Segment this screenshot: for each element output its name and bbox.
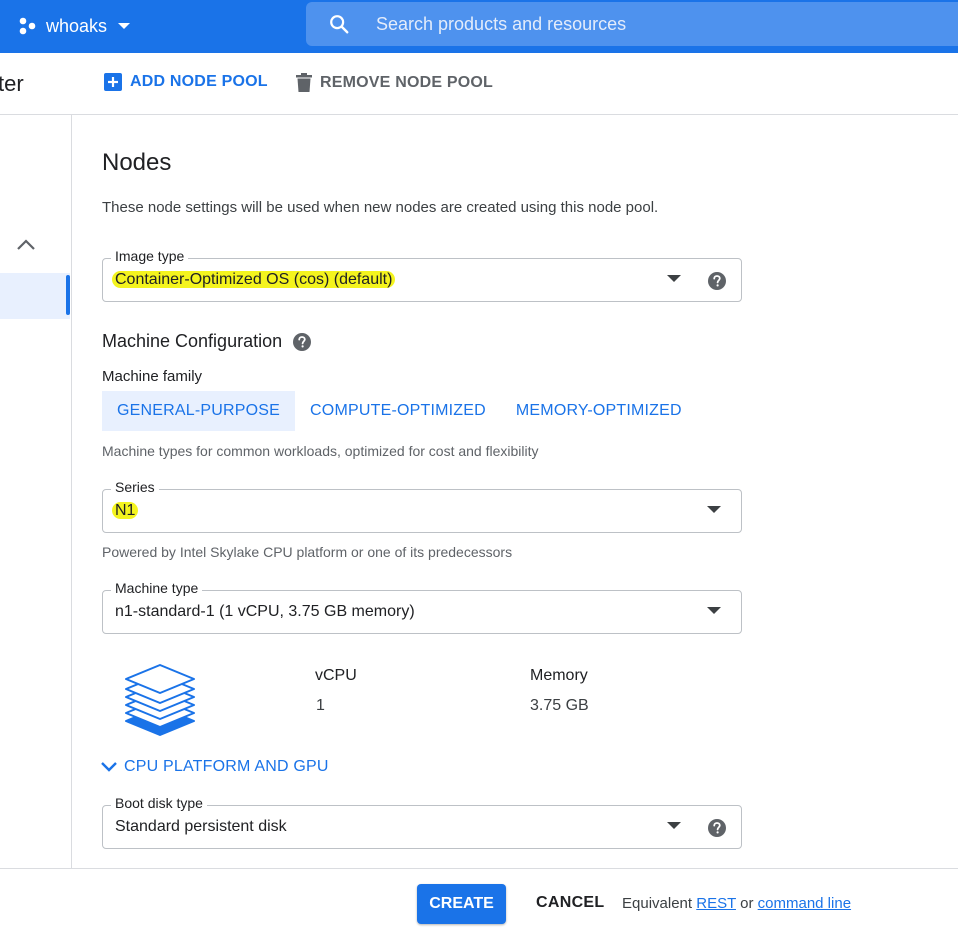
machine-configuration-title: Machine Configuration [102, 331, 312, 352]
image-type-select[interactable]: Image type Container-Optimized OS (cos) … [102, 248, 742, 302]
command-line-link[interactable]: command line [758, 895, 851, 912]
page-title: ter [0, 71, 24, 96]
tab-memory-optimized[interactable]: MEMORY-OPTIMIZED [501, 391, 697, 431]
machine-type-label: Machine type [111, 580, 203, 596]
series-label: Series [111, 479, 159, 495]
chevron-up-icon[interactable] [16, 235, 36, 255]
machine-family-tabs: GENERAL-PURPOSE COMPUTE-OPTIMIZED MEMORY… [102, 391, 697, 431]
series-select[interactable]: Series N1 [102, 479, 742, 533]
page-toolbar: ter ADD NODE POOL REMOVE NODE POOL [0, 53, 958, 115]
rail-item-nodes-active[interactable] [0, 273, 70, 319]
image-type-label: Image type [111, 248, 189, 264]
remove-node-pool-button[interactable]: REMOVE NODE POOL [296, 73, 493, 93]
rail-active-indicator [66, 275, 70, 315]
form-footer: CREATE CANCEL Equivalent REST or command… [0, 868, 958, 931]
equivalent-links: Equivalent REST or command line [622, 895, 851, 912]
memory-value: 3.75 GB [530, 697, 589, 714]
remove-node-pool-label: REMOVE NODE POOL [320, 74, 493, 91]
equivalent-label: Equivalent [622, 895, 693, 912]
help-icon[interactable] [707, 818, 727, 838]
chevron-down-icon [101, 762, 117, 772]
vcpu-value: 1 [316, 697, 325, 714]
series-hint: Powered by Intel Skylake CPU platform or… [102, 544, 513, 560]
search-icon [330, 15, 349, 34]
machine-layers-icon [125, 664, 195, 736]
tab-general-purpose[interactable]: GENERAL-PURPOSE [102, 391, 296, 431]
image-type-value: Container-Optimized OS (cos) (default) [112, 271, 396, 289]
chevron-down-icon [118, 23, 131, 29]
cpu-platform-gpu-toggle[interactable]: CPU PLATFORM AND GPU [100, 758, 329, 776]
add-node-pool-label: ADD NODE POOL [130, 73, 268, 90]
dropdown-arrow-icon [707, 607, 721, 614]
boot-disk-type-select[interactable]: Boot disk type Standard persistent disk [102, 795, 742, 849]
cancel-button[interactable]: CANCEL [536, 894, 604, 912]
dropdown-arrow-icon [667, 275, 681, 282]
memory-label: Memory [530, 667, 588, 684]
section-title-nodes: Nodes [102, 149, 172, 176]
nodes-description: These node settings will be used when ne… [102, 199, 659, 216]
dropdown-arrow-icon [667, 822, 681, 829]
search-bar[interactable]: Search products and resources [306, 2, 958, 46]
search-input[interactable]: Search products and resources [376, 14, 626, 35]
machine-type-select[interactable]: Machine type n1-standard-1 (1 vCPU, 3.75… [102, 580, 742, 634]
dropdown-arrow-icon [707, 506, 721, 513]
project-name: whoaks [46, 15, 108, 36]
machine-family-hint: Machine types for common workloads, opti… [102, 443, 539, 459]
tab-compute-optimized[interactable]: COMPUTE-OPTIMIZED [295, 391, 501, 431]
machine-type-value: n1-standard-1 (1 vCPU, 3.75 GB memory) [115, 603, 415, 620]
series-value: N1 [112, 502, 139, 520]
boot-disk-type-value: Standard persistent disk [115, 818, 287, 835]
trash-icon [296, 73, 312, 92]
machine-family-label: Machine family [102, 368, 203, 385]
create-button[interactable]: CREATE [417, 884, 506, 924]
add-box-icon [104, 73, 122, 91]
boot-disk-type-label: Boot disk type [111, 795, 207, 811]
add-node-pool-button[interactable]: ADD NODE POOL [104, 73, 268, 91]
or-label: or [740, 895, 754, 912]
help-icon[interactable] [707, 271, 727, 291]
project-selector[interactable]: whoaks [18, 12, 131, 40]
rest-link[interactable]: REST [696, 895, 736, 912]
help-icon[interactable] [292, 332, 312, 352]
vcpu-label: vCPU [315, 667, 357, 684]
project-dots-icon [19, 17, 36, 35]
top-app-bar: whoaks Search products and resources [0, 0, 958, 53]
left-navigation-rail [0, 115, 72, 868]
